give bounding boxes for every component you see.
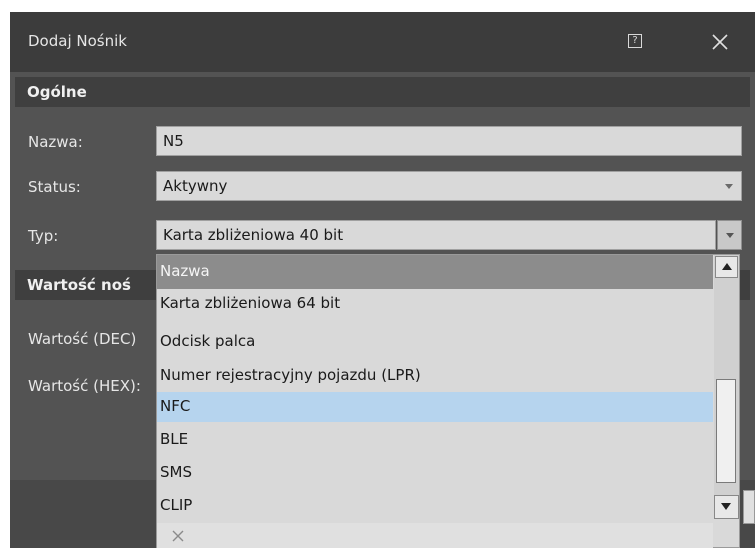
arrow-up-icon xyxy=(722,263,732,270)
title-bar: Dodaj Nośnik ? xyxy=(10,12,755,72)
clear-icon[interactable] xyxy=(171,529,185,543)
scroll-up-button[interactable] xyxy=(715,256,738,278)
list-item[interactable]: SMS xyxy=(157,458,713,488)
dropdown-scrollbar[interactable] xyxy=(714,255,739,495)
status-value: Aktywny xyxy=(163,177,228,195)
list-item[interactable]: BLE xyxy=(157,425,713,455)
close-button[interactable] xyxy=(706,28,734,56)
dropdown-footer xyxy=(157,523,713,548)
list-item[interactable]: Karta zbliżeniowa 64 bit xyxy=(157,289,713,319)
dialog-title: Dodaj Nośnik xyxy=(28,32,127,50)
scroll-thumb[interactable] xyxy=(716,379,736,483)
arrow-down-icon xyxy=(721,503,731,510)
scroll-down-button[interactable] xyxy=(714,495,739,519)
footer-button[interactable] xyxy=(743,490,755,524)
list-item[interactable]: Odcisk palca xyxy=(157,327,713,357)
chevron-down-icon xyxy=(726,233,734,238)
type-value: Karta zbliżeniowa 40 bit xyxy=(163,226,344,244)
type-dropdown-list: Nazwa Karta zbliżeniowa 64 bit Odcisk pa… xyxy=(156,254,740,548)
general-section-title: Ogólne xyxy=(27,83,87,101)
type-dropdown-button[interactable] xyxy=(717,220,742,250)
name-field[interactable]: N5 xyxy=(156,126,742,156)
dropdown-column-header: Nazwa xyxy=(157,255,713,289)
name-label: Nazwa: xyxy=(28,133,83,151)
list-item[interactable]: CLIP xyxy=(157,491,713,521)
chevron-down-icon xyxy=(725,184,733,189)
name-value: N5 xyxy=(163,132,184,150)
hex-value-label: Wartość (HEX): xyxy=(28,377,141,395)
help-icon: ? xyxy=(628,34,642,48)
close-icon xyxy=(712,34,728,50)
type-select[interactable]: Karta zbliżeniowa 40 bit xyxy=(156,220,716,250)
value-section-title: Wartość noś xyxy=(27,276,131,294)
help-button[interactable]: ? xyxy=(622,30,650,54)
general-section-header: Ogólne xyxy=(15,77,750,107)
dec-value-label: Wartość (DEC) xyxy=(28,330,137,348)
type-label: Typ: xyxy=(28,227,59,245)
list-item[interactable]: Numer rejestracyjny pojazdu (LPR) xyxy=(157,361,713,391)
status-select[interactable]: Aktywny xyxy=(156,171,742,201)
status-label: Status: xyxy=(28,178,81,196)
list-item-selected[interactable]: NFC xyxy=(157,392,713,422)
